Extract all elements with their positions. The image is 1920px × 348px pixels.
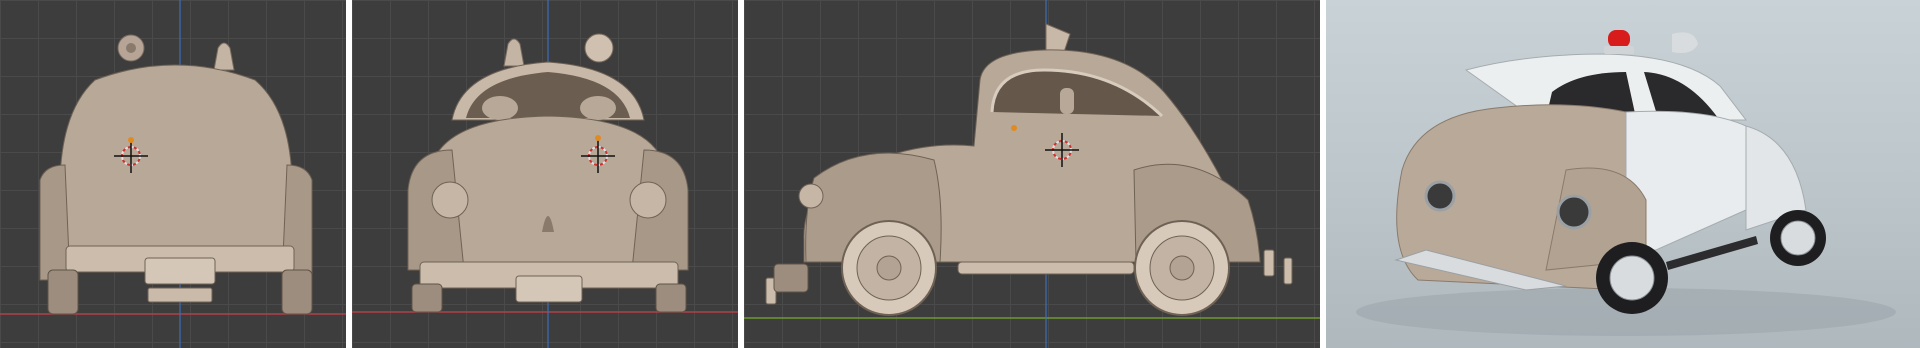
origin-dot-icon [595,135,601,141]
front-wheel [1596,242,1668,314]
loudspeaker-icon [1672,32,1698,53]
rear-wheel [1134,220,1230,316]
front-wheel [841,220,937,316]
origin-dot-icon [128,137,134,143]
siren-light-icon [1608,30,1630,48]
viewport-side[interactable] [744,0,1320,348]
viewport-front[interactable] [352,0,738,348]
rear-wheel [1770,210,1826,266]
origin-dot-icon [1011,125,1017,131]
car-side-model[interactable] [765,23,1293,316]
render-view [1326,0,1920,348]
loudspeaker-icon [1045,23,1071,53]
car-front-model[interactable] [407,33,689,313]
loudspeaker-icon [584,33,614,63]
car-rear-model[interactable] [39,34,313,315]
siren-light-icon [503,38,525,67]
viewport-rear[interactable] [0,0,346,348]
car-render [1394,30,1826,314]
siren-light-icon [213,42,235,71]
